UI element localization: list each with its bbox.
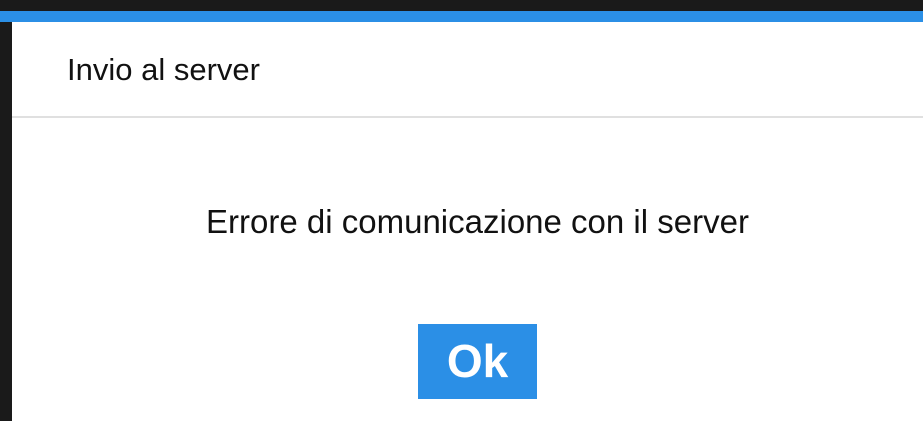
alert-dialog: Invio al server Errore di comunicazione … — [12, 22, 923, 421]
screen: Invio al server Errore di comunicazione … — [0, 0, 923, 421]
dialog-message: Errore di comunicazione con il server — [206, 203, 749, 240]
background-app-edge — [0, 22, 12, 421]
dialog-header: Invio al server — [12, 22, 923, 118]
ok-button[interactable]: Ok — [418, 324, 537, 399]
background-app-accent-bar — [0, 11, 923, 22]
dialog-title: Invio al server — [67, 52, 260, 87]
background-app-strip — [0, 0, 923, 22]
